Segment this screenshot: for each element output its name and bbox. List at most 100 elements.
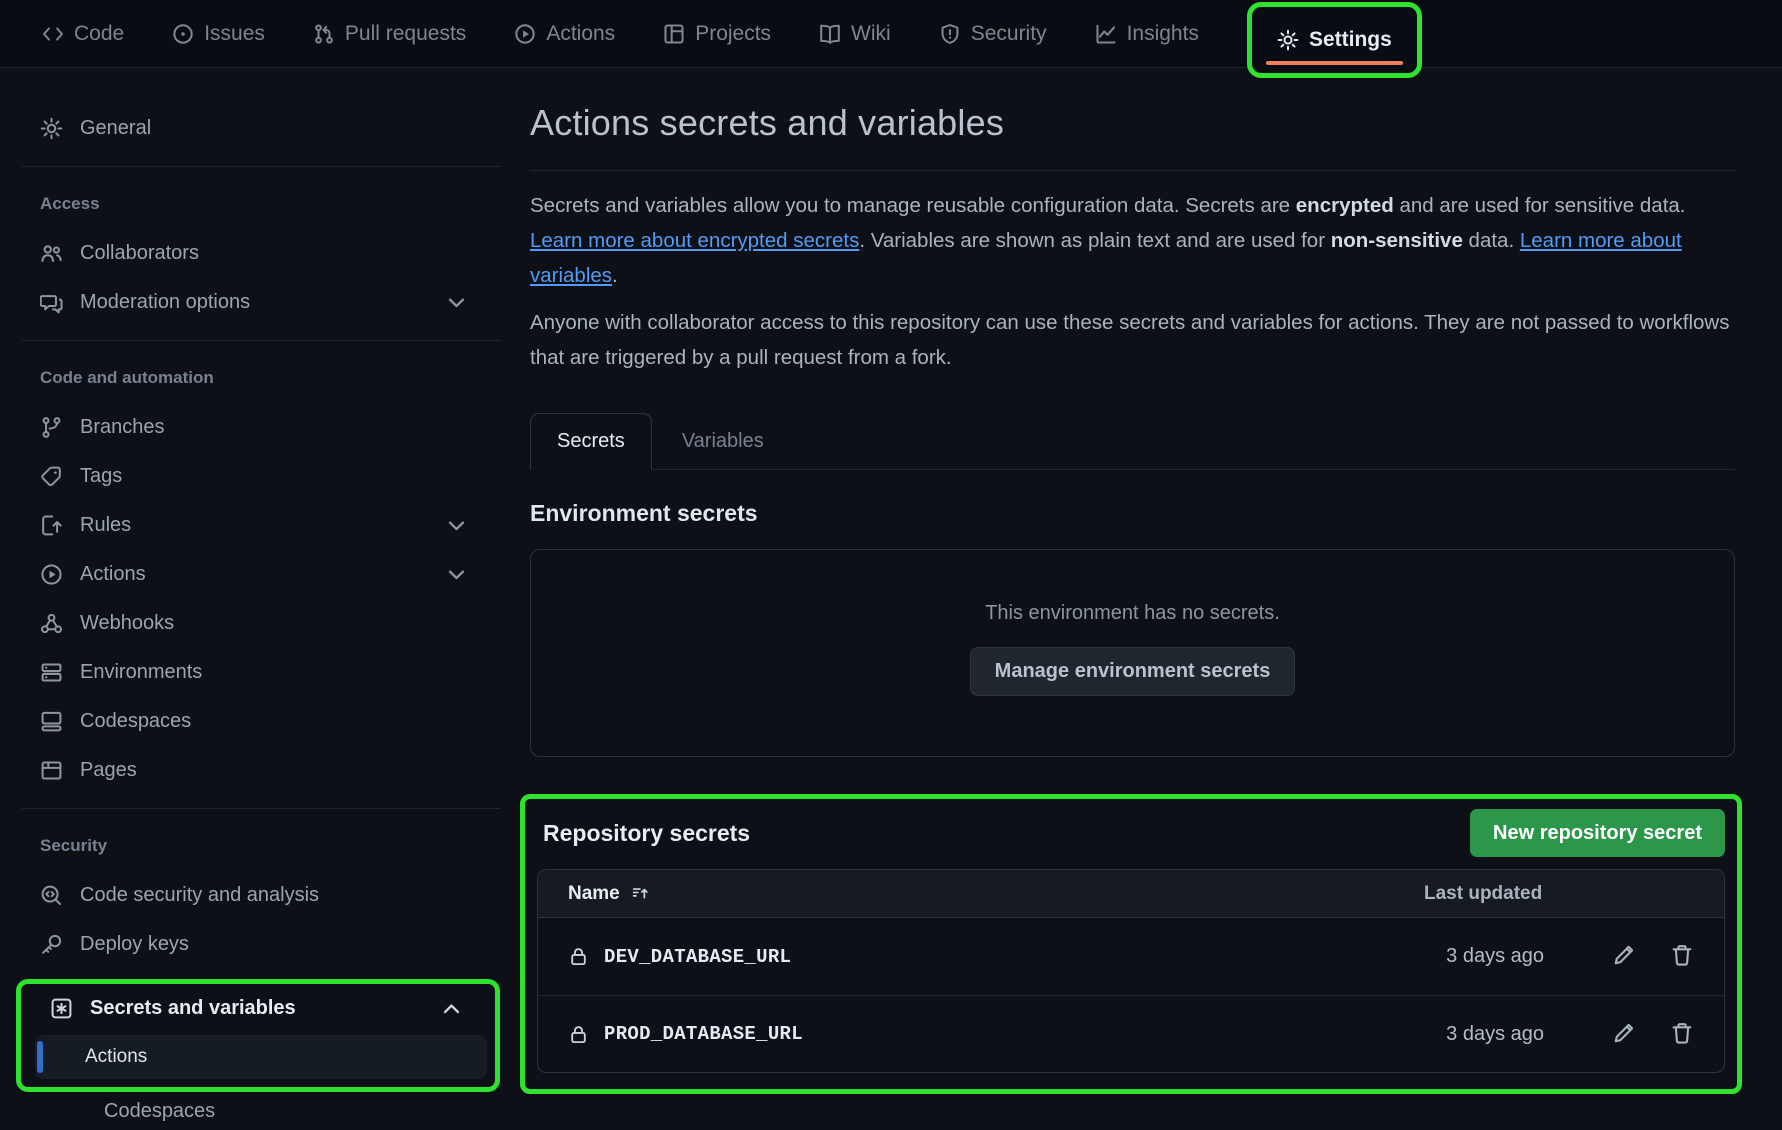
tab-label: Insights: [1127, 22, 1199, 46]
repo-tab-bar: Code Issues Pull requests Actions Projec…: [0, 0, 1782, 68]
tab-code[interactable]: Code: [42, 22, 124, 46]
tab-label: Settings: [1309, 28, 1392, 52]
sidebar-section-security: Security: [40, 821, 500, 871]
gear-icon: [40, 117, 63, 140]
collaborator-paragraph: Anyone with collaborator access to this …: [530, 305, 1735, 375]
graph-icon: [1095, 23, 1117, 45]
pencil-icon: [1612, 1021, 1636, 1045]
column-header-label: Name: [568, 883, 620, 905]
sidebar-divider: [22, 795, 500, 821]
key-icon: [40, 933, 63, 956]
delete-secret-button[interactable]: [1670, 1021, 1694, 1048]
lock-icon: [568, 1024, 589, 1045]
sidebar-item-branches[interactable]: Branches: [40, 403, 500, 452]
sidebar-item-label: Codespaces: [80, 710, 191, 733]
sidebar-item-collaborators[interactable]: Collaborators: [40, 229, 500, 278]
repository-secrets-heading: Repository secrets: [543, 820, 750, 847]
sidebar-item-label: Codespaces: [104, 1100, 215, 1123]
tab-secrets[interactable]: Secrets: [530, 413, 652, 470]
row-actions: [1544, 1021, 1724, 1048]
sidebar-divider: [22, 153, 500, 179]
tab-actions[interactable]: Actions: [514, 22, 615, 46]
description-paragraph: Secrets and variables allow you to manag…: [530, 188, 1735, 293]
sidebar-item-codespaces[interactable]: Codespaces: [40, 697, 500, 746]
people-icon: [40, 242, 63, 265]
sidebar-item-deploy-keys[interactable]: Deploy keys: [40, 920, 500, 969]
emphasis-encrypted: encrypted: [1296, 194, 1394, 217]
tab-pull-requests[interactable]: Pull requests: [313, 22, 466, 46]
tab-issues[interactable]: Issues: [172, 22, 265, 46]
play-icon: [514, 23, 536, 45]
secret-name-cell: DEV_DATABASE_URL: [568, 946, 1424, 968]
trash-icon: [1670, 943, 1694, 967]
tab-label: Projects: [695, 22, 771, 46]
description-text: and are used for sensitive data.: [1394, 194, 1686, 217]
repository-secrets-header: Repository secrets New repository secret: [537, 807, 1725, 859]
sidebar-item-label: Branches: [80, 416, 165, 439]
manage-environment-secrets-button[interactable]: Manage environment secrets: [970, 647, 1296, 696]
trash-icon: [1670, 1021, 1694, 1045]
secrets-variables-tabs: Secrets Variables: [530, 410, 1735, 470]
tab-projects[interactable]: Projects: [663, 22, 771, 46]
sidebar-item-label: Webhooks: [80, 612, 174, 635]
sidebar-item-label: Tags: [80, 465, 122, 488]
sidebar-subitem-actions-active[interactable]: Actions: [35, 1035, 487, 1079]
ruleset-icon: [40, 514, 63, 537]
edit-secret-button[interactable]: [1612, 1021, 1636, 1048]
title-divider: [530, 170, 1735, 171]
table-row: PROD_DATABASE_URL 3 days ago: [538, 995, 1724, 1072]
git-pull-request-icon: [313, 23, 335, 45]
secret-updated: 3 days ago: [1424, 945, 1544, 968]
link-encrypted-secrets[interactable]: Learn more about encrypted secrets: [530, 229, 859, 252]
sidebar-item-general[interactable]: General: [40, 104, 500, 153]
sidebar-item-label: Actions: [80, 563, 146, 586]
new-repository-secret-button[interactable]: New repository secret: [1470, 809, 1725, 857]
highlight-box-repository-secrets: Repository secrets New repository secret…: [520, 794, 1742, 1094]
sidebar-item-label: General: [80, 117, 151, 140]
sidebar-item-label: Pages: [80, 759, 137, 782]
secret-name: PROD_DATABASE_URL: [604, 1023, 803, 1045]
sidebar-item-pages[interactable]: Pages: [40, 746, 500, 795]
sidebar-subitem-codespaces[interactable]: Codespaces: [54, 1100, 492, 1130]
sidebar-item-secrets-and-variables[interactable]: Secrets and variables: [21, 984, 495, 1033]
browser-icon: [40, 759, 63, 782]
edit-secret-button[interactable]: [1612, 943, 1636, 970]
sidebar-item-actions[interactable]: Actions: [40, 550, 500, 599]
sidebar-item-label: Deploy keys: [80, 933, 189, 956]
sidebar-item-moderation-options[interactable]: Moderation options: [40, 278, 500, 327]
sidebar-item-label: Environments: [80, 661, 202, 684]
highlight-box-settings: Settings: [1247, 2, 1422, 78]
highlight-box-secrets-and-variables: Secrets and variables Actions: [16, 979, 500, 1092]
lock-icon: [568, 946, 589, 967]
gear-icon: [1277, 29, 1299, 51]
tab-settings[interactable]: Settings: [1277, 28, 1392, 52]
tab-variables[interactable]: Variables: [652, 414, 794, 469]
delete-secret-button[interactable]: [1670, 943, 1694, 970]
settings-sidebar: General Access Collaborators Moderation …: [0, 68, 500, 1130]
description-text: data.: [1463, 229, 1520, 252]
sidebar-item-rules[interactable]: Rules: [40, 501, 500, 550]
book-icon: [819, 23, 841, 45]
sidebar-item-tags[interactable]: Tags: [40, 452, 500, 501]
sidebar-item-label: Moderation options: [80, 291, 250, 314]
repository-secrets-table: Name Last updated DEV_DATABASE_URL 3 day…: [537, 869, 1725, 1073]
chevron-down-icon: [445, 514, 468, 537]
sidebar-item-environments[interactable]: Environments: [40, 648, 500, 697]
tab-wiki[interactable]: Wiki: [819, 22, 891, 46]
name-column-header[interactable]: Name: [568, 883, 1424, 905]
tab-insights[interactable]: Insights: [1095, 22, 1199, 46]
code-icon: [42, 23, 64, 45]
environment-secrets-panel: This environment has no secrets. Manage …: [530, 549, 1735, 757]
description-text: Secrets and variables allow you to manag…: [530, 194, 1296, 217]
sidebar-item-label: Collaborators: [80, 242, 199, 265]
sidebar-divider: [22, 327, 500, 353]
description-text: .: [612, 264, 618, 287]
tab-label: Pull requests: [345, 22, 466, 46]
git-branch-icon: [40, 416, 63, 439]
secret-name-cell: PROD_DATABASE_URL: [568, 1023, 1424, 1045]
tab-security[interactable]: Security: [939, 22, 1047, 46]
sidebar-section-code-automation: Code and automation: [40, 353, 500, 403]
active-item-bar: [37, 1041, 43, 1073]
sidebar-item-code-security[interactable]: Code security and analysis: [40, 871, 500, 920]
sidebar-item-webhooks[interactable]: Webhooks: [40, 599, 500, 648]
